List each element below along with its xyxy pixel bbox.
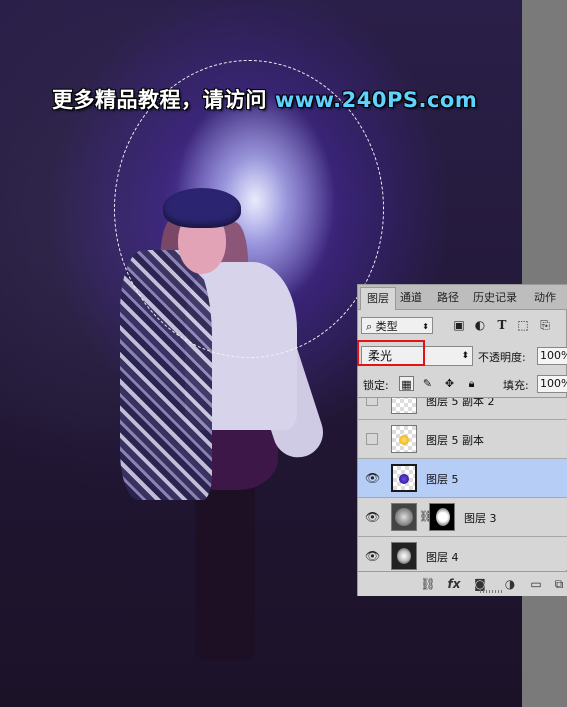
layer-row-selected[interactable]: 👁︎ 图层 5	[358, 459, 567, 498]
panel-tab-bar: 图层 通道 路径 历史记录 动作	[358, 285, 567, 310]
blend-row: 柔光 ⬍ 不透明度: 100%	[357, 340, 567, 369]
chevron-updown-icon: ⬍	[461, 351, 469, 361]
fill-input[interactable]: 100%	[537, 375, 567, 393]
fx-icon[interactable]: fx	[446, 576, 462, 592]
layer-thumbnail	[391, 542, 417, 570]
layer-row[interactable]: 👁︎ 图层 4	[358, 537, 567, 570]
yellow-dot-icon	[399, 435, 409, 445]
eye-icon[interactable]: 👁︎	[365, 471, 380, 485]
type-filter-icon[interactable]: T	[495, 318, 509, 332]
tab-paths[interactable]: 路径	[431, 287, 465, 309]
lock-transparent-pixels-icon[interactable]: ▦	[399, 376, 414, 391]
watermark-text: 更多精品教程，请访问	[52, 88, 267, 112]
opacity-label: 不透明度:	[478, 351, 526, 364]
layer-row[interactable]: 👁︎ ⛓︎ 图层 3	[358, 498, 567, 537]
opacity-input[interactable]: 100%	[537, 347, 567, 365]
lock-label: 锁定:	[363, 379, 389, 392]
filter-kind-label: 类型	[375, 320, 398, 333]
new-layer-icon[interactable]: ⧉	[551, 576, 567, 592]
layer-name: 图层 3	[464, 512, 497, 525]
tab-history[interactable]: 历史记录	[467, 287, 523, 309]
resize-grip[interactable]	[480, 590, 504, 593]
new-group-icon[interactable]: ▭	[528, 576, 544, 592]
visibility-toggle-off[interactable]	[366, 398, 378, 406]
panel-bottom-bar: ⛓︎ fx ◙ ◑ ▭ ⧉	[358, 571, 567, 596]
shape-filter-icon[interactable]: ⬚	[516, 318, 530, 332]
adjustment-filter-icon[interactable]: ◐	[473, 318, 487, 332]
lock-image-pixels-icon[interactable]: ✎	[420, 376, 435, 391]
eye-icon[interactable]: 👁︎	[365, 510, 380, 524]
legs	[195, 480, 255, 660]
lock-all-icon[interactable]: 🔒︎	[464, 376, 479, 391]
layers-panel: 图层 通道 路径 历史记录 动作 ⌕ 类型 ⬍ ▣ ◐ T ⬚ ⎘ 柔光 ⬍ 不…	[357, 284, 567, 596]
watermark-url: www.240PS.com	[274, 88, 478, 112]
lock-position-icon[interactable]: ✥	[442, 376, 457, 391]
adjustment-layer-icon[interactable]: ◑	[502, 576, 518, 592]
filter-row: ⌕ 类型 ⬍ ▣ ◐ T ⬚ ⎘	[358, 313, 567, 337]
tab-actions[interactable]: 动作	[528, 287, 562, 309]
purple-dot-icon	[399, 474, 409, 484]
layer-thumbnail	[391, 425, 417, 453]
layer-thumbnail	[391, 503, 417, 531]
layer-list: 图层 5 副本 2 图层 5 副本 👁︎ 图层 5 👁︎ ⛓︎ 图层 3 👁︎	[358, 397, 567, 570]
tab-layers[interactable]: 图层	[360, 287, 396, 310]
search-icon: ⌕	[366, 320, 373, 333]
layer-row[interactable]: 图层 5 副本 2	[358, 397, 567, 420]
layer-name: 图层 5 副本	[426, 434, 484, 447]
layer-thumbnail	[391, 464, 417, 492]
layer-name: 图层 5 副本 2	[426, 397, 495, 408]
filter-kind-select[interactable]: ⌕ 类型 ⬍	[361, 317, 433, 334]
smart-object-filter-icon[interactable]: ⎘	[538, 318, 552, 332]
layer-mask-thumbnail[interactable]	[429, 503, 455, 531]
layer-name: 图层 5	[426, 473, 459, 486]
eye-icon[interactable]: 👁︎	[365, 549, 380, 563]
tab-channels[interactable]: 通道	[394, 287, 428, 309]
fill-label: 填充:	[503, 379, 529, 392]
visibility-toggle-off[interactable]	[366, 433, 378, 445]
layer-name: 图层 4	[426, 551, 459, 564]
watermark: 更多精品教程，请访问 www.240PS.com	[52, 84, 477, 114]
layer-thumbnail	[391, 398, 417, 414]
link-layers-icon[interactable]: ⛓︎	[420, 576, 436, 592]
lock-row: 锁定: ▦ ✎ ✥ 🔒︎ 填充: 100%	[358, 373, 567, 395]
red-highlight-box	[357, 340, 425, 366]
image-filter-icon[interactable]: ▣	[452, 318, 466, 332]
layer-row[interactable]: 图层 5 副本	[358, 420, 567, 459]
spinner-icon: ⬍	[422, 322, 429, 331]
